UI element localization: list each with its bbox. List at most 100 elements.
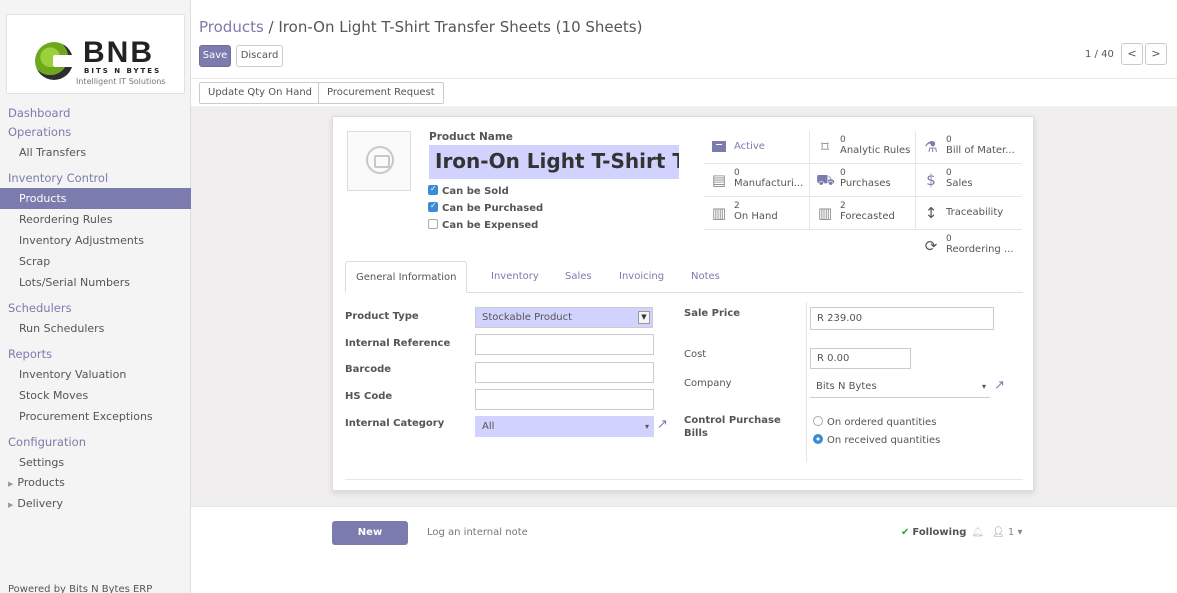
radio-received-quantities[interactable]: On received quantities: [813, 434, 940, 446]
sidebar-submenu-delivery[interactable]: ▶ Delivery: [0, 494, 191, 515]
can-be-purchased-label: Can be Purchased: [442, 203, 544, 214]
caret-right-icon: ▶: [8, 501, 14, 509]
bill-of-materials-button[interactable]: ⚗ 0 Bill of Mater...: [916, 131, 1022, 164]
smart-buttons: Active ⌑ 0 Analytic Rules ⚗ 0 Bill of Ma…: [704, 131, 1031, 259]
sale-price-input[interactable]: R 239.00: [810, 307, 994, 330]
on-hand-button[interactable]: ▥ 2 On Hand: [704, 197, 810, 230]
following-button[interactable]: ✔ Following 🔔︎: [901, 527, 984, 538]
chevron-left-icon: <: [1127, 47, 1137, 60]
sidebar-category-reports[interactable]: Reports: [0, 345, 191, 364]
chatter: New message Log an internal note ✔ Follow…: [191, 506, 1177, 593]
radio-received-button[interactable]: [813, 434, 823, 444]
manufacturing-button[interactable]: ▤ 0 Manufacturi...: [704, 164, 810, 197]
can-be-sold-label: Can be Sold: [442, 186, 509, 197]
save-button[interactable]: Save: [199, 45, 231, 67]
chevron-right-icon: >: [1151, 47, 1161, 60]
tab-sales[interactable]: Sales: [555, 261, 602, 293]
tab-inventory[interactable]: Inventory: [481, 261, 549, 293]
traceability-label: Traceability: [946, 207, 1004, 218]
external-link-icon[interactable]: ↗: [657, 417, 668, 432]
reordering-label: Reordering ...: [946, 244, 1014, 255]
form-statusbar: Update Qty On Hand Procurement Request: [191, 78, 1177, 106]
sidebar-item-procurement-exceptions[interactable]: Procurement Exceptions: [0, 406, 191, 427]
sidebar-item-lots-serial-numbers[interactable]: Lots/Serial Numbers: [0, 272, 191, 293]
analytic-rules-button[interactable]: ⌑ 0 Analytic Rules: [810, 131, 916, 164]
sidebar-item-all-transfers[interactable]: All Transfers: [0, 142, 191, 163]
sidebar-category-configuration[interactable]: Configuration: [0, 433, 191, 452]
internal-reference-input[interactable]: [475, 334, 654, 355]
company-select[interactable]: Bits N Bytes ▾: [810, 377, 990, 398]
product-type-select[interactable]: Stockable Product ▼: [475, 307, 653, 328]
user-icon: 👤︎: [992, 527, 1005, 538]
can-be-sold-checkbox[interactable]: [428, 184, 438, 195]
update-qty-button[interactable]: Update Qty On Hand: [199, 82, 322, 104]
log-note-button[interactable]: Log an internal note: [427, 527, 528, 538]
forecasted-button[interactable]: ▥ 2 Forecasted: [810, 197, 916, 230]
caret-down-icon: ▾: [1017, 527, 1023, 538]
internal-category-select[interactable]: All ▾: [475, 416, 654, 437]
sidebar-item-inventory-valuation[interactable]: Inventory Valuation: [0, 364, 191, 385]
on-hand-label: On Hand: [734, 211, 778, 222]
sale-price-label: Sale Price: [684, 308, 741, 319]
reordering-rules-button[interactable]: ⟳ 0 Reordering ...: [916, 230, 1022, 263]
sidebar-item-inventory-adjustments[interactable]: Inventory Adjustments: [0, 230, 191, 251]
sidebar-item-settings[interactable]: Settings: [0, 452, 191, 473]
product-image[interactable]: [347, 131, 411, 191]
sidebar-item-stock-moves[interactable]: Stock Moves: [0, 385, 191, 406]
can-be-expensed-row[interactable]: Can be Expensed: [428, 219, 538, 231]
tab-notes[interactable]: Notes: [681, 261, 730, 293]
chevron-down-icon: ▾: [981, 382, 986, 391]
pager: 1 / 40 < >: [1085, 43, 1171, 67]
bell-icon[interactable]: 🔔︎: [971, 527, 984, 538]
refresh-icon: ⟳: [924, 237, 938, 255]
sidebar-category-dashboard[interactable]: Dashboard: [0, 104, 191, 123]
pager-value[interactable]: 1 / 40: [1085, 49, 1114, 60]
sidebar-category-operations[interactable]: Operations: [0, 123, 191, 142]
forecasted-label: Forecasted: [840, 211, 895, 222]
chevron-down-icon: ▾: [644, 422, 649, 431]
followers-dropdown[interactable]: 👤︎ 1 ▾: [992, 527, 1022, 538]
hs-code-input[interactable]: [475, 389, 654, 410]
discard-button[interactable]: Discard: [236, 45, 283, 67]
sidebar-category-schedulers[interactable]: Schedulers: [0, 299, 191, 318]
sidebar-item-reordering-rules[interactable]: Reordering Rules: [0, 209, 191, 230]
tab-general-information[interactable]: General Information: [345, 261, 468, 293]
sort-icon: ↕: [924, 204, 938, 222]
radio-ordered-quantities[interactable]: On ordered quantities: [813, 416, 936, 428]
sales-button[interactable]: $ 0 Sales: [916, 164, 1022, 197]
active-toggle-button[interactable]: Active: [704, 131, 810, 164]
product-name-input[interactable]: Iron-On Light T-Shirt Transfer Sheets (1…: [429, 145, 679, 179]
breadcrumb: Products / Iron-On Light T-Shirt Transfe…: [199, 18, 642, 36]
purchases-button[interactable]: ⛟ 0 Purchases: [810, 164, 916, 197]
traceability-button[interactable]: ↕ Traceability: [916, 197, 1022, 230]
sidebar-category-inventory-control[interactable]: Inventory Control: [0, 169, 191, 188]
radio-ordered-button[interactable]: [813, 416, 823, 426]
barcode-input[interactable]: [475, 362, 654, 383]
sidebar-item-products[interactable]: Products: [0, 188, 191, 209]
sidebar-menu: Dashboard Operations All Transfers Inventor…: [0, 104, 191, 515]
sidebar-item-scrap[interactable]: Scrap: [0, 251, 191, 272]
chevron-down-icon: ▼: [638, 311, 650, 324]
company-logo[interactable]: BNB BITS N BYTES Intelligent IT Solution…: [6, 14, 185, 94]
pager-prev-button[interactable]: <: [1121, 43, 1143, 65]
dollar-icon: $: [926, 171, 936, 189]
cost-input[interactable]: R 0.00: [810, 348, 911, 369]
pager-next-button[interactable]: >: [1145, 43, 1167, 65]
new-message-button[interactable]: New message: [332, 521, 408, 562]
logo-brand-sub: BITS N BYTES: [84, 67, 162, 75]
flask-icon: ⚗: [924, 138, 938, 156]
sidebar-item-run-schedulers[interactable]: Run Schedulers: [0, 318, 191, 339]
form-sheet: Product Name Iron-On Light T-Shirt Trans…: [332, 116, 1034, 491]
external-link-icon[interactable]: ↗: [994, 378, 1005, 393]
breadcrumb-products-link[interactable]: Products: [199, 18, 264, 36]
can-be-expensed-checkbox[interactable]: [428, 219, 438, 229]
can-be-purchased-row[interactable]: Can be Purchased: [428, 201, 544, 214]
procurement-request-button[interactable]: Procurement Request: [318, 82, 444, 104]
sidebar-submenu-products[interactable]: ▶ Products: [0, 473, 191, 494]
tab-invoicing[interactable]: Invoicing: [609, 261, 674, 293]
product-name-label: Product Name: [429, 131, 513, 143]
can-be-sold-row[interactable]: Can be Sold: [428, 184, 509, 197]
analytic-rules-label: Analytic Rules: [840, 145, 911, 156]
can-be-purchased-checkbox[interactable]: [428, 201, 438, 212]
logo-tagline: Intelligent IT Solutions: [76, 77, 166, 86]
